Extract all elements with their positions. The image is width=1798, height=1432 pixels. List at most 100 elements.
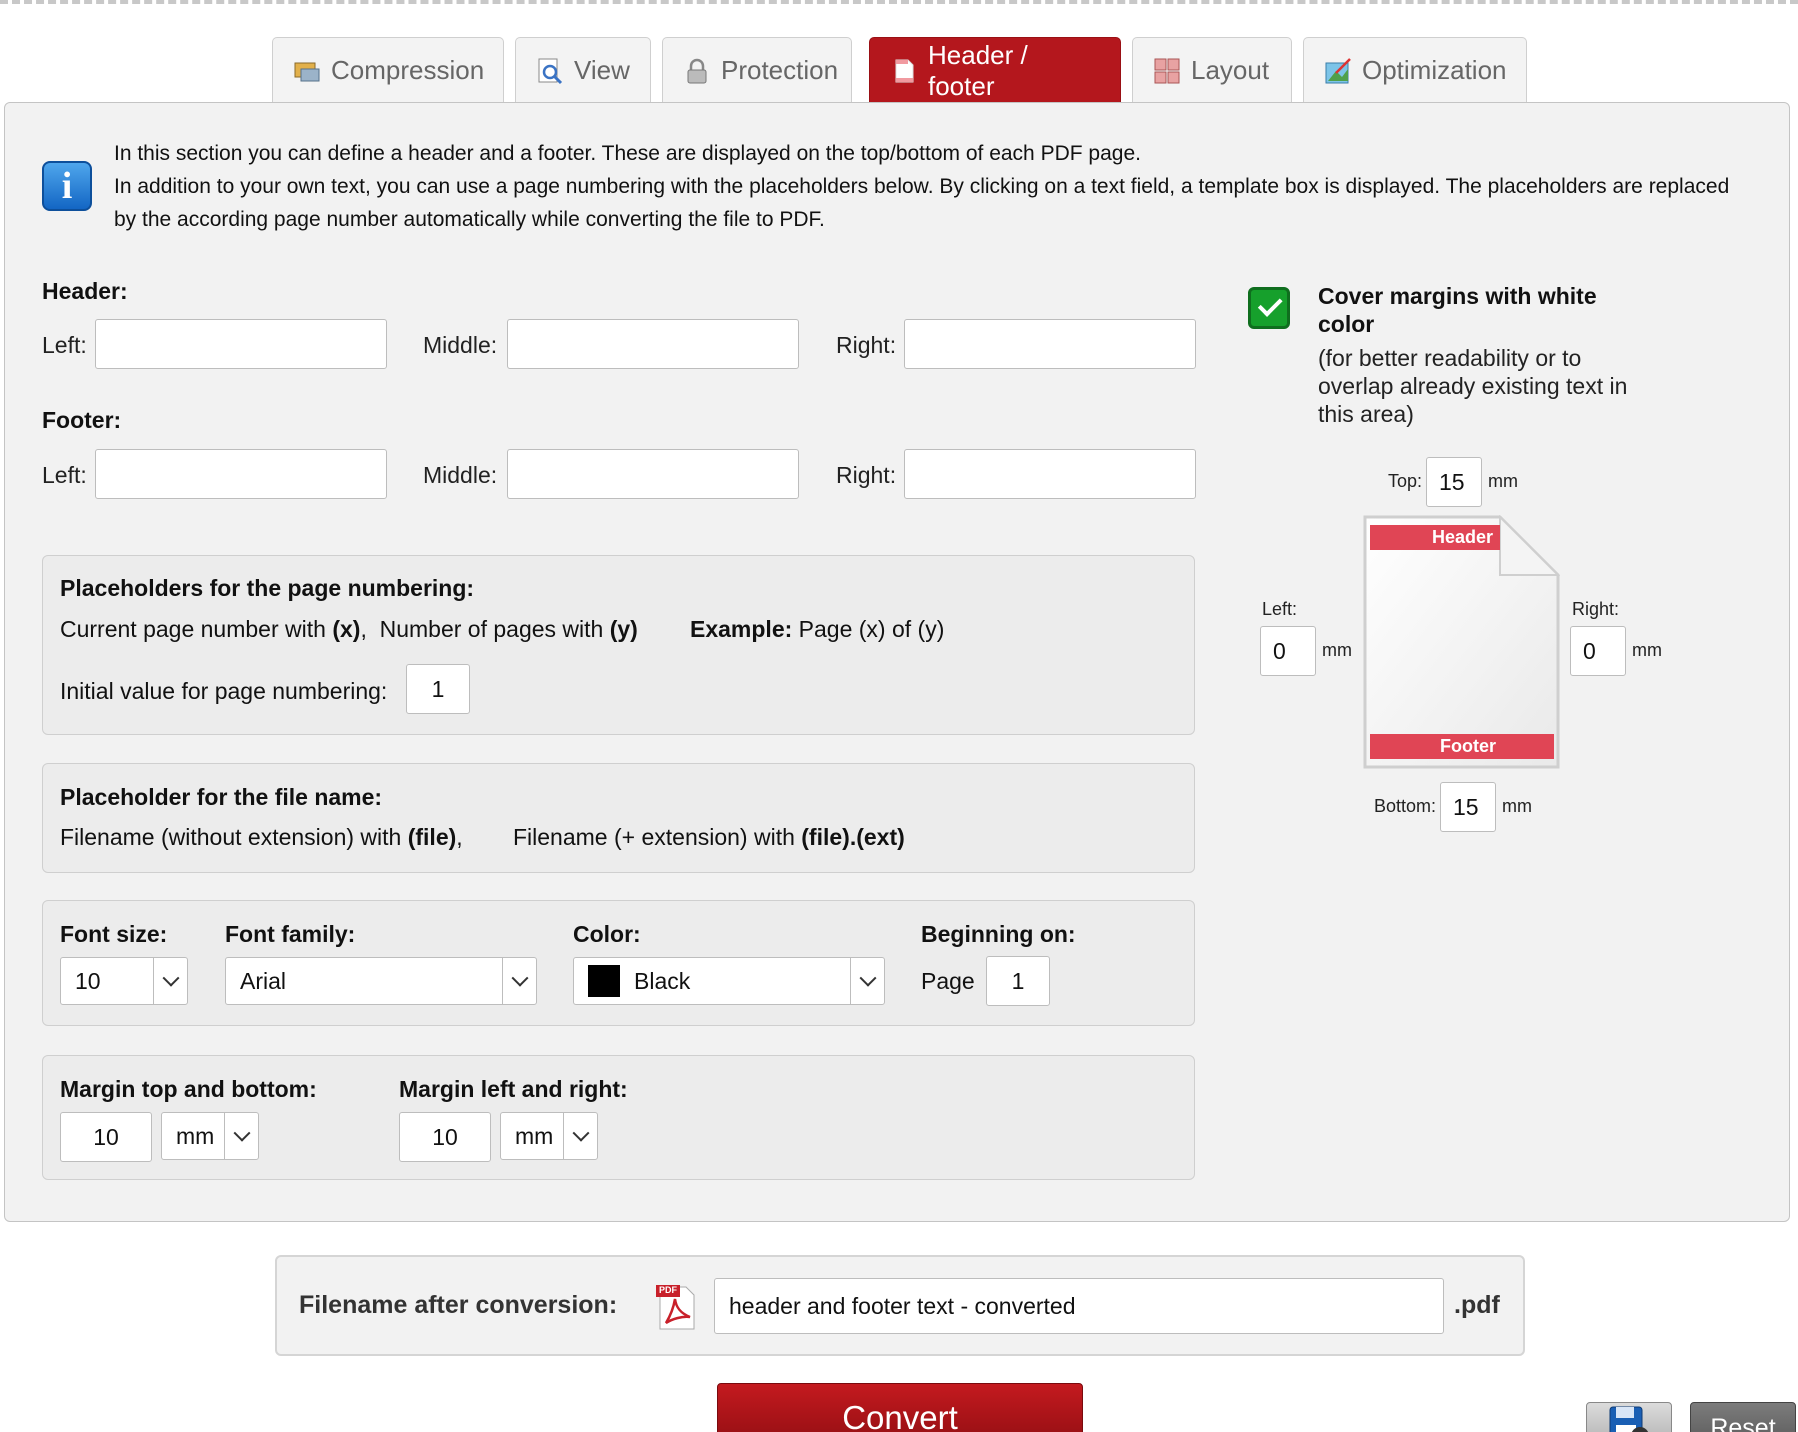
- filename-placeholder-title: Placeholder for the file name:: [60, 784, 383, 810]
- layout-grid-icon: [1153, 57, 1181, 85]
- intro-line-2: In addition to your own text, you can us…: [114, 175, 1730, 231]
- footer-left-label: Left:: [42, 462, 87, 488]
- font-family-label: Font family:: [225, 921, 356, 947]
- font-size-label: Font size:: [60, 921, 168, 947]
- save-settings-button[interactable]: [1586, 1402, 1672, 1432]
- cover-margins-subtitle: (for better readability or to overlap al…: [1318, 345, 1628, 427]
- beginning-page-prefix: Page: [921, 968, 975, 994]
- page-preview: Header Footer: [1360, 514, 1561, 771]
- filename-extension: .pdf: [1454, 1291, 1500, 1319]
- filename-with-ext: Filename (+ extension) with (file).(ext): [513, 824, 905, 850]
- cover-right-label: Right:: [1572, 599, 1620, 619]
- tab-layout[interactable]: Layout: [1132, 37, 1292, 103]
- preview-header-band: Header: [1432, 527, 1494, 547]
- cover-top-unit: mm: [1488, 471, 1518, 491]
- chevron-down-icon: [224, 1113, 258, 1159]
- top-divider: [0, 0, 1798, 8]
- color-label: Color:: [573, 921, 641, 947]
- info-icon: i: [42, 161, 92, 211]
- margin-tb-label: Margin top and bottom:: [60, 1076, 317, 1102]
- margin-lr-unit-select[interactable]: mm: [500, 1112, 598, 1160]
- header-right-input[interactable]: [904, 319, 1196, 369]
- header-title: Header:: [42, 278, 128, 304]
- footer-right-input[interactable]: [904, 449, 1196, 499]
- page-numbering-placeholders: Current page number with (x), Number of …: [60, 616, 638, 642]
- filename-input[interactable]: header and footer text - converted: [714, 1278, 1444, 1334]
- cover-bottom-input[interactable]: 15: [1440, 782, 1496, 832]
- margin-tb-input[interactable]: 10: [60, 1112, 152, 1162]
- cover-left-input[interactable]: 0: [1260, 626, 1316, 676]
- page-count-placeholder: (y): [609, 616, 638, 642]
- page-numbering-box: Placeholders for the page numbering: Cur…: [42, 555, 1195, 735]
- footer-middle-label: Middle:: [423, 462, 498, 488]
- tab-label: Optimization: [1362, 55, 1507, 85]
- footer-left-input[interactable]: [95, 449, 387, 499]
- cover-right-input[interactable]: 0: [1570, 626, 1626, 676]
- header-right-label: Right:: [836, 332, 897, 358]
- color-select[interactable]: Black: [573, 957, 885, 1005]
- tab-protection[interactable]: Protection: [662, 37, 852, 103]
- cover-margins-title: Cover margins with white color: [1318, 283, 1597, 337]
- margins-box: Margin top and bottom: 10 mm Margin left…: [42, 1055, 1195, 1180]
- current-page-placeholder: (x): [332, 616, 361, 642]
- cover-left-label: Left:: [1262, 599, 1298, 619]
- intro-line-1: In this section you can define a header …: [114, 142, 1141, 165]
- tab-view[interactable]: View: [515, 37, 651, 103]
- tab-label: Protection: [721, 55, 839, 85]
- header-left-input[interactable]: [95, 319, 387, 369]
- chevron-down-icon: [563, 1113, 597, 1159]
- beginning-page-input[interactable]: 1: [986, 956, 1050, 1006]
- footer-right-label: Right:: [836, 462, 897, 488]
- cover-right-unit: mm: [1632, 640, 1662, 660]
- pdf-file-icon: PDF: [654, 1283, 698, 1331]
- cover-top-label: Top:: [1388, 471, 1423, 491]
- page-icon: [890, 57, 918, 85]
- view-icon: [536, 57, 564, 85]
- tab-header-footer[interactable]: Header / footer: [869, 37, 1121, 103]
- filename-label: Filename after conversion:: [299, 1291, 618, 1319]
- header-middle-label: Middle:: [423, 332, 498, 358]
- save-settings-icon: [1606, 1404, 1652, 1432]
- margin-tb-unit-select[interactable]: mm: [161, 1112, 259, 1160]
- intro-text: In this section you can define a header …: [114, 137, 1754, 236]
- tab-label: View: [574, 55, 630, 85]
- font-size-select[interactable]: 10: [60, 957, 188, 1005]
- initial-value-label: Initial value for page numbering:: [60, 678, 388, 704]
- filename-without-ext: Filename (without extension) with (file)…: [60, 824, 463, 850]
- tab-label: Layout: [1191, 55, 1270, 85]
- cover-top-input[interactable]: 15: [1426, 457, 1482, 507]
- chevron-down-icon: [850, 958, 884, 1004]
- footer-middle-input[interactable]: [507, 449, 799, 499]
- footer-title: Footer:: [42, 407, 122, 433]
- convert-button[interactable]: Convert: [717, 1383, 1083, 1432]
- filename-bar: Filename after conversion: PDF header an…: [275, 1255, 1525, 1356]
- checkmark-icon: [1257, 292, 1283, 317]
- margin-lr-label: Margin left and right:: [399, 1076, 628, 1102]
- cover-bottom-unit: mm: [1502, 796, 1532, 816]
- font-settings-box: Font size: 10 Font family: Arial Color: …: [42, 900, 1195, 1026]
- preview-footer-band: Footer: [1440, 736, 1496, 756]
- optimization-icon: [1324, 57, 1352, 85]
- tab-compression[interactable]: Compression: [272, 37, 504, 103]
- chevron-down-icon: [502, 958, 536, 1004]
- tab-label: Compression: [331, 55, 485, 85]
- chevron-down-icon: [153, 958, 187, 1004]
- filename-placeholder-box: Placeholder for the file name: Filename …: [42, 763, 1195, 873]
- initial-value-input[interactable]: 1: [406, 664, 470, 714]
- cover-left-unit: mm: [1322, 640, 1352, 660]
- font-family-select[interactable]: Arial: [225, 957, 537, 1005]
- header-middle-input[interactable]: [507, 319, 799, 369]
- tab-optimization[interactable]: Optimization: [1303, 37, 1527, 103]
- cover-bottom-label: Bottom:: [1374, 796, 1437, 816]
- margin-lr-input[interactable]: 10: [399, 1112, 491, 1162]
- beginning-on-label: Beginning on:: [921, 921, 1076, 947]
- lock-icon: [683, 57, 711, 85]
- compression-icon: [293, 57, 321, 85]
- color-swatch: [588, 965, 620, 997]
- example-text: Example: Page (x) of (y): [690, 616, 945, 642]
- header-left-label: Left:: [42, 332, 87, 358]
- tab-label: Header / footer: [928, 39, 1028, 101]
- page-numbering-title: Placeholders for the page numbering:: [60, 575, 475, 601]
- reset-button[interactable]: Reset: [1690, 1402, 1796, 1432]
- cover-margins-checkbox[interactable]: [1248, 287, 1290, 329]
